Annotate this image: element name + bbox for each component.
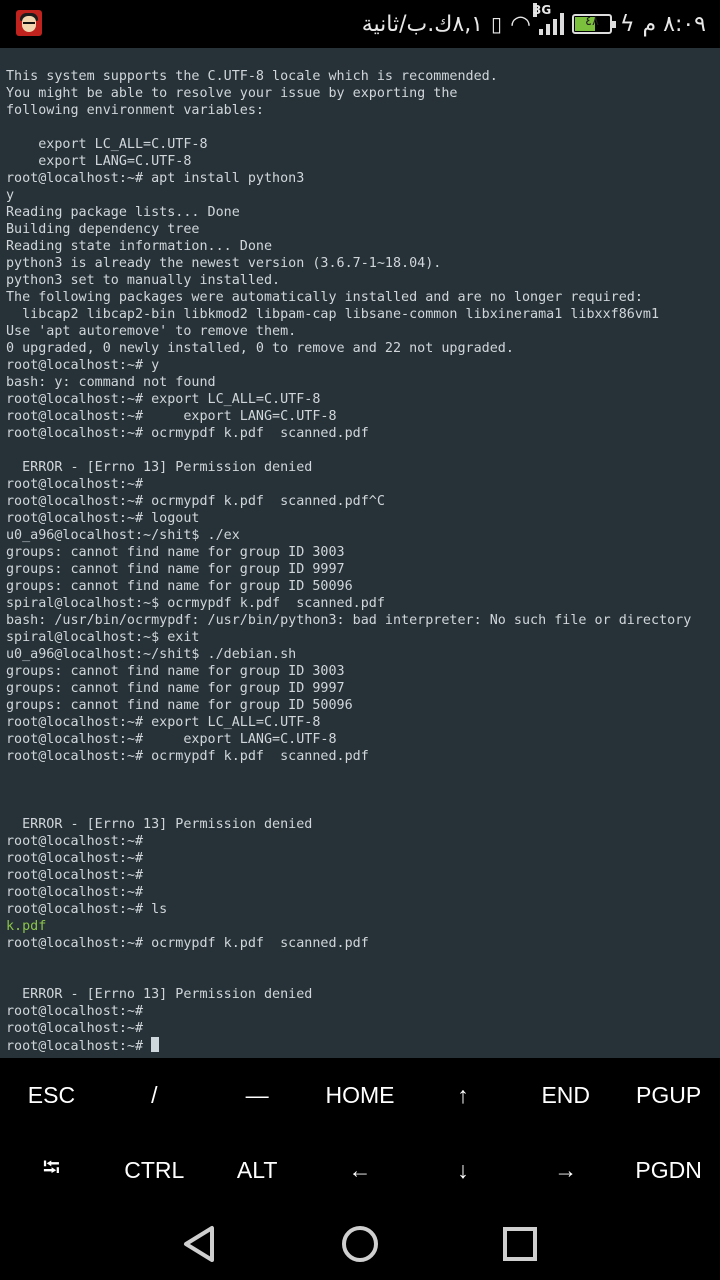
page-up-key[interactable]: PGUP <box>617 1058 720 1133</box>
tab-key[interactable]: ⭾ <box>0 1133 103 1208</box>
cell-signal-icon: 3G <box>532 3 564 35</box>
esc-key[interactable]: ESC <box>0 1058 103 1133</box>
terminal-line: root@localhost:~# ocrmypdf k.pdf scanned… <box>6 426 369 441</box>
vibrate-icon: ▯ <box>491 12 503 36</box>
terminal-line: root@localhost:~# ocrmypdf k.pdf scanned… <box>6 494 385 509</box>
terminal-prompt-line: root@localhost:~# <box>6 1037 720 1054</box>
battery-level: ٤٨ <box>585 14 599 29</box>
terminal-line: ERROR - [Errno 13] Permission denied <box>6 460 313 475</box>
alt-key[interactable]: ALT <box>206 1133 309 1208</box>
down-arrow-key[interactable]: ↓ <box>411 1133 514 1208</box>
extra-keys-row-1: ESC / ― HOME ↑ END PGUP <box>0 1058 720 1133</box>
network-type: 3G <box>532 3 552 17</box>
charging-icon: ϟ <box>619 11 635 37</box>
terminal-line: export LANG=C.UTF-8 <box>6 154 192 169</box>
text-cursor <box>151 1037 160 1052</box>
terminal-line: python3 set to manually installed. <box>6 273 281 288</box>
terminal-line: This system supports the C.UTF-8 locale … <box>6 69 498 84</box>
terminal-line: ERROR - [Errno 13] Permission denied <box>6 817 313 832</box>
terminal-line: y <box>6 188 15 203</box>
terminal-line: python3 is already the newest version (3… <box>6 256 442 271</box>
terminal-line: root@localhost:~# y <box>6 358 160 373</box>
terminal-line: root@localhost:~# logout <box>6 511 200 526</box>
slash-key[interactable]: / <box>103 1058 206 1133</box>
terminal-line: root@localhost:~# export LC_ALL=C.UTF-8 <box>6 392 321 407</box>
terminal-line: bash: /usr/bin/ocrmypdf: /usr/bin/python… <box>6 613 692 628</box>
terminal-line: root@localhost:~# <box>6 834 144 849</box>
terminal-line: root@localhost:~# ocrmypdf k.pdf scanned… <box>6 749 369 764</box>
terminal-line: Reading state information... Done <box>6 239 273 254</box>
terminal-line: You might be able to resolve your issue … <box>6 86 458 101</box>
home-icon[interactable] <box>338 1222 382 1266</box>
terminal-line: groups: cannot find name for group ID 30… <box>6 545 345 560</box>
terminal-line: libcap2 libcap2-bin libkmod2 libpam-cap … <box>6 307 660 322</box>
recents-icon[interactable] <box>498 1222 542 1266</box>
terminal-line: spiral@localhost:~$ ocrmypdf k.pdf scann… <box>6 596 385 611</box>
terminal-line: Building dependency tree <box>6 222 200 237</box>
terminal-prompt: root@localhost:~# <box>6 1039 152 1054</box>
end-key[interactable]: END <box>514 1058 617 1133</box>
net-speed-text: ٨,١ك.ب/ثانية <box>361 11 484 37</box>
terminal-line: groups: cannot find name for group ID 50… <box>6 698 353 713</box>
terminal-line: root@localhost:~# ocrmypdf k.pdf scanned… <box>6 936 369 951</box>
left-arrow-key[interactable]: ← <box>309 1133 412 1208</box>
terminal-line: root@localhost:~# <box>6 1021 144 1036</box>
terminal-line: The following packages were automaticall… <box>6 290 643 305</box>
terminal-line: u0_a96@localhost:~/shit$ ./ex <box>6 528 240 543</box>
home-key[interactable]: HOME <box>309 1058 412 1133</box>
terminal-line: export LC_ALL=C.UTF-8 <box>6 137 208 152</box>
terminal-output: This system supports the C.UTF-8 locale … <box>6 68 720 1054</box>
terminal-line: groups: cannot find name for group ID 99… <box>6 562 345 577</box>
terminal-line: Use 'apt autoremove' to remove them. <box>6 324 297 339</box>
navigation-bar <box>0 1208 720 1280</box>
terminal-line: root@localhost:~# <box>6 1004 144 1019</box>
wifi-icon: ◠ <box>510 10 531 38</box>
terminal-line: 0 upgraded, 0 newly installed, 0 to remo… <box>6 341 514 356</box>
terminal-line: root@localhost:~# apt install python3 <box>6 171 305 186</box>
back-icon[interactable] <box>178 1222 222 1266</box>
status-bar: ٨,١ك.ب/ثانية ▯ ◠ 3G ٤٨ ϟ ٨:٠٩ م <box>0 0 720 48</box>
terminal-view[interactable]: This system supports the C.UTF-8 locale … <box>0 48 720 1058</box>
status-icons: ٨,١ك.ب/ثانية ▯ ◠ 3G ٤٨ ϟ ٨:٠٩ م <box>361 3 707 42</box>
terminal-line: groups: cannot find name for group ID 30… <box>6 664 345 679</box>
extra-keys-bar: ESC / ― HOME ↑ END PGUP ⭾ CTRL ALT ← ↓ → PGDN <box>0 1058 720 1208</box>
terminal-line: k.pdf <box>6 919 47 934</box>
terminal-line: Reading package lists... Done <box>6 205 240 220</box>
ctrl-key[interactable]: CTRL <box>103 1133 206 1208</box>
terminal-line: root@localhost:~# export LANG=C.UTF-8 <box>6 732 337 747</box>
clock: ٨:٠٩ م <box>642 11 707 37</box>
page-down-key[interactable]: PGDN <box>617 1133 720 1208</box>
terminal-line: root@localhost:~# <box>6 885 144 900</box>
terminal-line: root@localhost:~# <box>6 851 144 866</box>
terminal-line: spiral@localhost:~$ exit <box>6 630 200 645</box>
terminal-line: root@localhost:~# ls <box>6 902 168 917</box>
terminal-line: groups: cannot find name for group ID 99… <box>6 681 345 696</box>
terminal-line: groups: cannot find name for group ID 50… <box>6 579 353 594</box>
battery-icon: ٤٨ <box>571 14 616 34</box>
extra-keys-row-2: ⭾ CTRL ALT ← ↓ → PGDN <box>0 1133 720 1208</box>
terminal-line: root@localhost:~# <box>6 868 144 883</box>
terminal-line: u0_a96@localhost:~/shit$ ./debian.sh <box>6 647 297 662</box>
right-arrow-key[interactable]: → <box>514 1133 617 1208</box>
terminal-line: root@localhost:~# export LANG=C.UTF-8 <box>6 409 337 424</box>
up-arrow-key[interactable]: ↑ <box>411 1058 514 1133</box>
terminal-line: following environment variables: <box>6 103 264 118</box>
app-notification-icon <box>16 10 42 36</box>
terminal-line: ERROR - [Errno 13] Permission denied <box>6 987 313 1002</box>
terminal-line: root@localhost:~# <box>6 477 144 492</box>
dash-key[interactable]: ― <box>206 1058 309 1133</box>
terminal-line: root@localhost:~# export LC_ALL=C.UTF-8 <box>6 715 321 730</box>
terminal-line: bash: y: command not found <box>6 375 216 390</box>
